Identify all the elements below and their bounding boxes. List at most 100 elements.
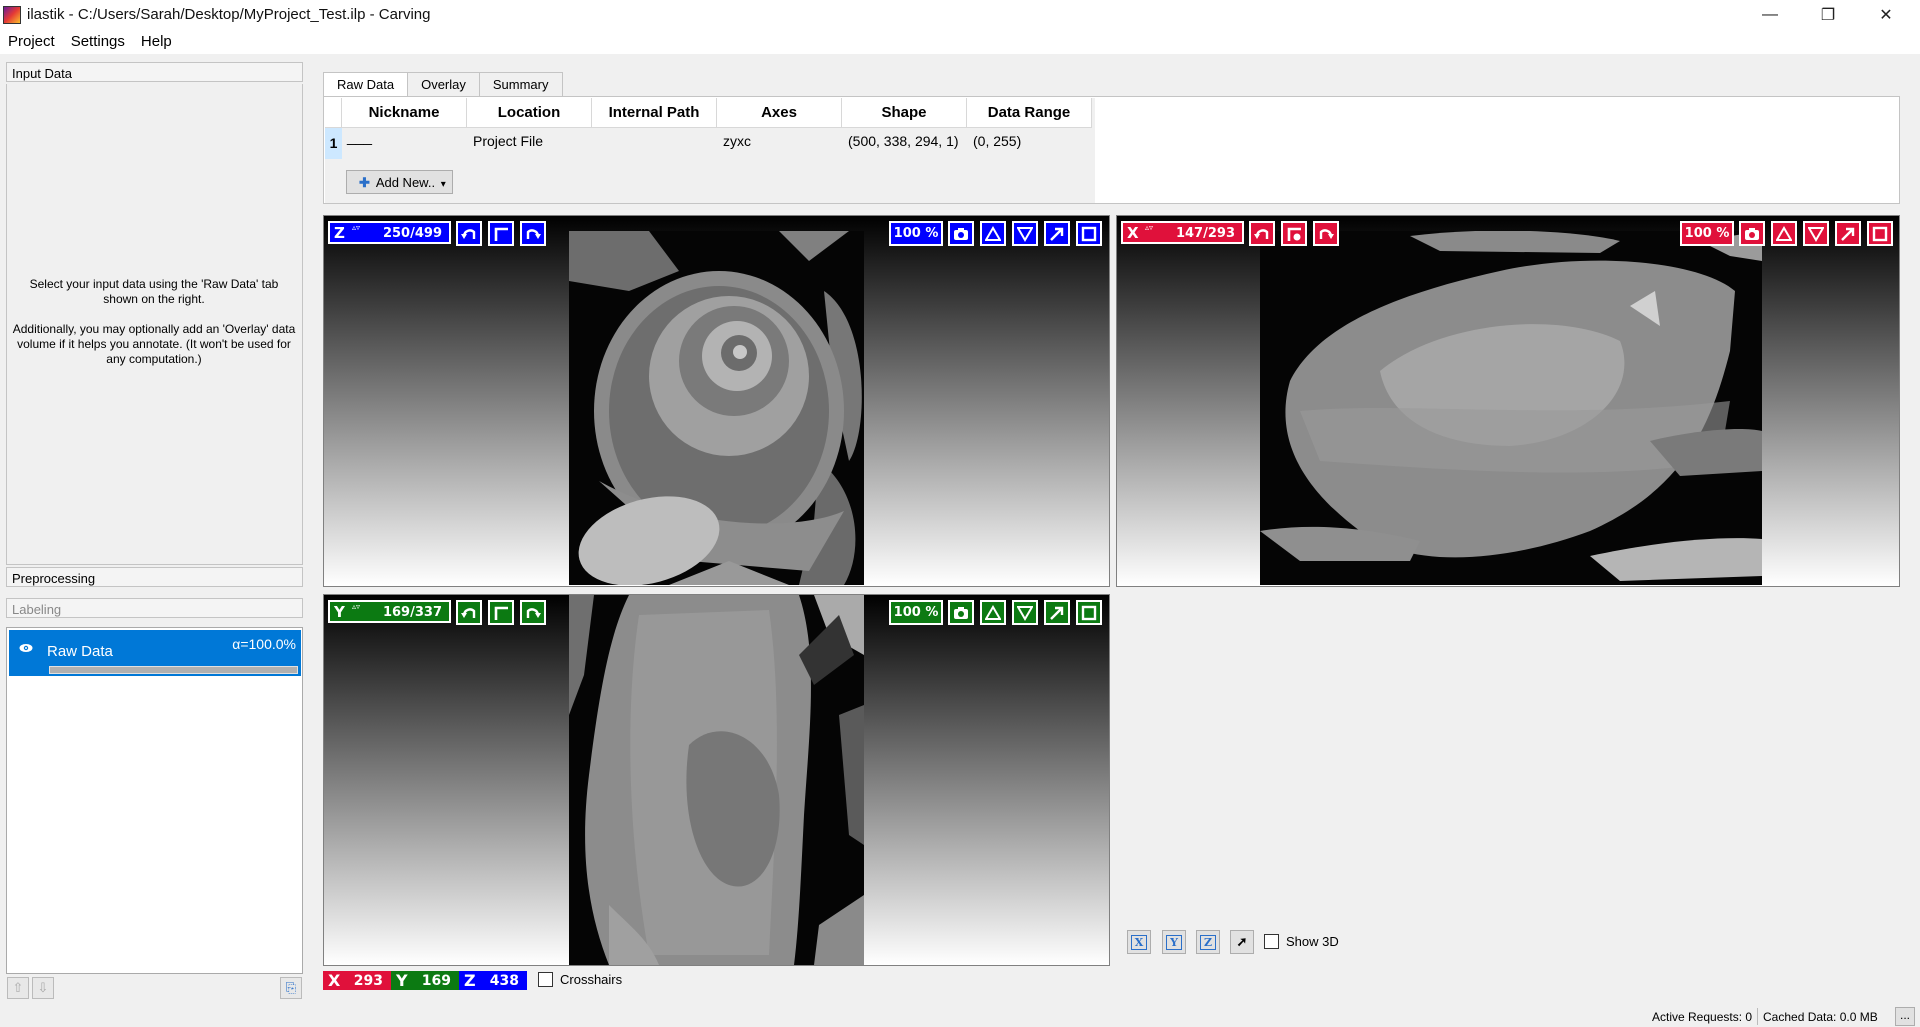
layer-name: Raw Data	[47, 643, 113, 660]
z-position-box[interactable]: Z 438	[459, 971, 527, 990]
slice-up-icon[interactable]	[1771, 221, 1797, 246]
show-3d-toggle[interactable]: Show 3D	[1264, 934, 1339, 949]
maximize-view-icon[interactable]	[1835, 221, 1861, 246]
applet-input-data[interactable]: Input Data	[6, 62, 303, 82]
column-header-internal-path[interactable]: Internal Path	[592, 98, 717, 128]
add-new-button[interactable]: ✚ Add New.. ▾	[346, 170, 453, 194]
minimize-button[interactable]: —	[1741, 0, 1799, 30]
maximize-view-icon[interactable]	[1044, 221, 1070, 246]
z-view-icon: Z	[1200, 934, 1216, 950]
swap-axes-icon[interactable]	[488, 600, 514, 625]
cached-data-status: Cached Data: 0.0 MB	[1763, 1010, 1878, 1024]
tab-raw-data[interactable]: Raw Data	[323, 72, 409, 97]
layer-opacity-bar[interactable]	[49, 666, 298, 674]
y-position-box[interactable]: Y 169	[391, 971, 459, 990]
x-slice-slider[interactable]: X ▵▿ 147/293	[1121, 221, 1244, 244]
move-layer-up-button[interactable]: ⇧	[7, 977, 29, 999]
y-zoom-level[interactable]: 100 %	[889, 600, 943, 625]
x-position-box[interactable]: X 293	[323, 971, 391, 990]
menu-project[interactable]: Project	[0, 30, 63, 54]
column-header-location[interactable]: Location	[467, 98, 592, 128]
y-slice-image[interactable]	[569, 595, 864, 965]
slice-up-icon[interactable]	[980, 221, 1006, 246]
status-more-button[interactable]: ...	[1895, 1007, 1915, 1026]
swap-axes-icon[interactable]	[488, 221, 514, 246]
window-title: ilastik - C:/Users/Sarah/Desktop/MyProje…	[27, 6, 431, 23]
z-slice-slider[interactable]: Z ▵▿ 250/499	[328, 221, 451, 244]
z-slice-image[interactable]	[569, 231, 864, 585]
z-zoom-level[interactable]: 100 %	[889, 221, 943, 246]
column-header-nickname[interactable]: Nickname	[342, 98, 467, 128]
x-axis-label: X	[1127, 224, 1139, 242]
swap-axes-icon[interactable]	[1281, 221, 1307, 246]
status-separator	[1757, 1008, 1758, 1025]
show-3d-checkbox[interactable]	[1264, 934, 1279, 949]
view-frame-icon[interactable]	[1076, 221, 1102, 246]
crosshairs-toggle[interactable]: Crosshairs	[538, 972, 622, 987]
crosshairs-label: Crosshairs	[560, 972, 623, 987]
applet-preprocessing[interactable]: Preprocessing	[6, 567, 303, 587]
spin-arrows-icon[interactable]: ▵▿	[1145, 223, 1153, 232]
y-slice-slider[interactable]: Y ▵▿ 169/337	[328, 600, 451, 623]
y-position-label: Y	[396, 971, 408, 990]
rotate-left-icon[interactable]	[456, 221, 482, 246]
export-layer-button[interactable]: ⎘	[280, 977, 302, 999]
z-position-label: Z	[464, 971, 476, 990]
rotate-left-icon[interactable]	[456, 600, 482, 625]
active-requests-status: Active Requests: 0	[1652, 1010, 1753, 1024]
x-zoom-level[interactable]: 100 %	[1680, 221, 1734, 246]
y-view-button[interactable]: Y	[1162, 930, 1186, 954]
move-layer-down-button[interactable]: ⇩	[32, 977, 54, 999]
camera-icon[interactable]	[1739, 221, 1765, 246]
viewer-x[interactable]: X ▵▿ 147/293 100 %	[1116, 215, 1900, 587]
column-header-axes[interactable]: Axes	[717, 98, 842, 128]
menu-help[interactable]: Help	[133, 30, 180, 54]
slice-down-icon[interactable]	[1012, 221, 1038, 246]
column-header-shape[interactable]: Shape	[842, 98, 967, 128]
row-number[interactable]: 1	[325, 128, 342, 159]
rotate-left-icon[interactable]	[1249, 221, 1275, 246]
view-frame-icon[interactable]	[1867, 221, 1893, 246]
cell-shape[interactable]: (500, 338, 294, 1)	[848, 133, 959, 149]
x-view-button[interactable]: X	[1127, 930, 1151, 954]
viewer-y[interactable]: Y ▵▿ 169/337 100 %	[323, 594, 1110, 966]
tab-overlay[interactable]: Overlay	[407, 72, 480, 96]
rotate-right-icon[interactable]	[1313, 221, 1339, 246]
maximize-3d-icon[interactable]: ➚	[1230, 930, 1254, 954]
crosshairs-checkbox[interactable]	[538, 972, 553, 987]
tab-summary[interactable]: Summary	[478, 72, 563, 96]
slice-up-icon[interactable]	[980, 600, 1006, 625]
cell-data-range[interactable]: (0, 255)	[973, 133, 1021, 149]
x-slice-image[interactable]	[1260, 231, 1762, 585]
y-view-icon: Y	[1166, 934, 1182, 950]
viewer-z[interactable]: Z ▵▿ 250/499 100 %	[323, 215, 1110, 587]
column-header-data-range[interactable]: Data Range	[967, 98, 1092, 128]
camera-icon[interactable]	[948, 221, 974, 246]
dataset-table: Nickname Location Internal Path Axes Sha…	[325, 98, 1095, 203]
maximize-view-icon[interactable]	[1044, 600, 1070, 625]
cell-axes[interactable]: zyxc	[723, 133, 751, 149]
layer-raw-data[interactable]: Raw Data α=100.0%	[9, 630, 301, 676]
restore-button[interactable]: ❐	[1799, 0, 1857, 30]
table-corner	[325, 98, 342, 128]
slice-down-icon[interactable]	[1012, 600, 1038, 625]
help-text-select: Select your input data using the 'Raw Da…	[29, 277, 279, 306]
menu-bar: Project Settings Help	[0, 30, 1920, 54]
view-frame-icon[interactable]	[1076, 600, 1102, 625]
spin-arrows-icon[interactable]: ▵▿	[352, 602, 360, 611]
camera-icon[interactable]	[948, 600, 974, 625]
rotate-right-icon[interactable]	[520, 600, 546, 625]
cell-nickname[interactable]: ___	[347, 129, 372, 146]
eye-icon[interactable]	[19, 642, 33, 656]
add-new-label: Add New..	[375, 175, 436, 190]
menu-settings[interactable]: Settings	[63, 30, 133, 54]
raw-data-panel: Nickname Location Internal Path Axes Sha…	[323, 96, 1900, 204]
slice-down-icon[interactable]	[1803, 221, 1829, 246]
spin-arrows-icon[interactable]: ▵▿	[352, 223, 360, 232]
cell-location[interactable]: Project File	[473, 133, 543, 149]
close-button[interactable]: ✕	[1857, 0, 1915, 30]
data-tabs: Raw Data Overlay Summary	[323, 72, 563, 97]
rotate-right-icon[interactable]	[520, 221, 546, 246]
z-view-button[interactable]: Z	[1196, 930, 1220, 954]
y-position-value: 169	[421, 972, 451, 989]
